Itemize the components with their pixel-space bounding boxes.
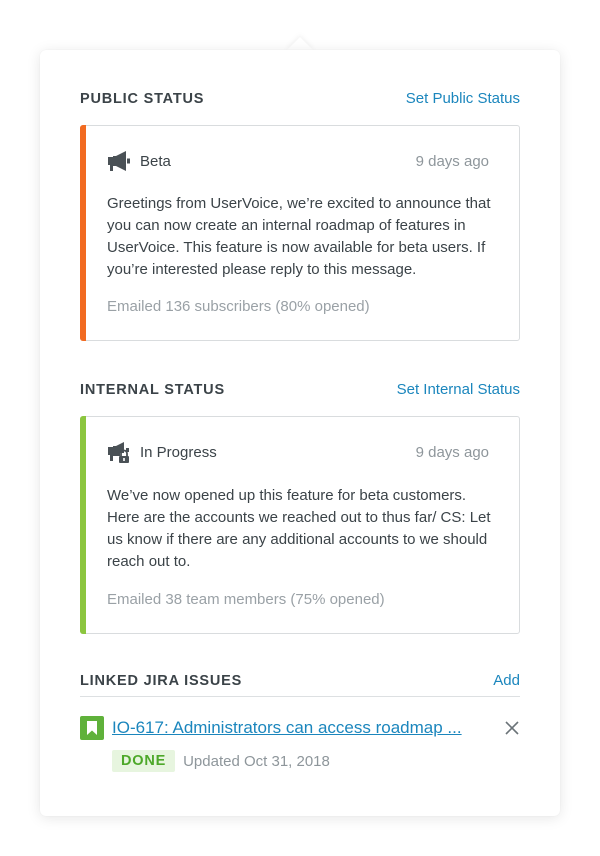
status-popover: PUBLIC STATUS Set Public Status Beta 9 d… bbox=[40, 50, 560, 816]
public-status-label: Beta bbox=[140, 152, 171, 170]
internal-status-message: We’ve now opened up this feature for bet… bbox=[107, 487, 491, 570]
internal-status-meta: Emailed 38 team members (75% opened) bbox=[107, 591, 385, 608]
set-public-status-link[interactable]: Set Public Status bbox=[406, 90, 520, 107]
internal-status-time: 9 days ago bbox=[415, 443, 489, 461]
close-icon[interactable] bbox=[504, 720, 520, 736]
jira-title: LINKED JIRA ISSUES bbox=[80, 672, 243, 689]
public-status-message: Greetings from UserVoice, we’re excited … bbox=[107, 195, 491, 278]
public-status-accent-bar bbox=[80, 125, 86, 341]
jira-issue-row: IO-617: Administrators can access roadma… bbox=[80, 716, 520, 740]
internal-status-accent-bar bbox=[80, 416, 86, 634]
internal-status-title: INTERNAL STATUS bbox=[80, 381, 225, 398]
internal-status-card-head: In Progress 9 days ago bbox=[107, 441, 489, 463]
public-status-card-head: Beta 9 days ago bbox=[107, 150, 489, 172]
jira-header: LINKED JIRA ISSUES Add bbox=[80, 672, 520, 689]
add-jira-issue-link[interactable]: Add bbox=[493, 672, 520, 689]
popover-arrow bbox=[286, 37, 314, 51]
internal-status-header: INTERNAL STATUS Set Internal Status bbox=[80, 381, 520, 398]
internal-status-card: In Progress 9 days ago We’ve now opened … bbox=[80, 416, 520, 634]
jira-issue-meta: DONE Updated Oct 31, 2018 bbox=[112, 750, 330, 772]
public-status-meta: Emailed 136 subscribers (80% opened) bbox=[107, 298, 370, 315]
internal-status-label: In Progress bbox=[140, 443, 217, 461]
megaphone-lock-icon bbox=[108, 442, 129, 463]
jira-issue-updated: Updated Oct 31, 2018 bbox=[183, 752, 330, 770]
bookmark-icon bbox=[80, 716, 104, 740]
megaphone-icon bbox=[108, 151, 130, 171]
public-status-card: Beta 9 days ago Greetings from UserVoice… bbox=[80, 125, 520, 341]
jira-issue-link[interactable]: IO-617: Administrators can access roadma… bbox=[112, 718, 504, 738]
jira-divider bbox=[80, 696, 520, 697]
public-status-header: PUBLIC STATUS Set Public Status bbox=[80, 90, 520, 107]
set-internal-status-link[interactable]: Set Internal Status bbox=[397, 381, 520, 398]
status-badge: DONE bbox=[112, 750, 176, 772]
public-status-title: PUBLIC STATUS bbox=[80, 90, 205, 107]
public-status-time: 9 days ago bbox=[415, 152, 489, 170]
